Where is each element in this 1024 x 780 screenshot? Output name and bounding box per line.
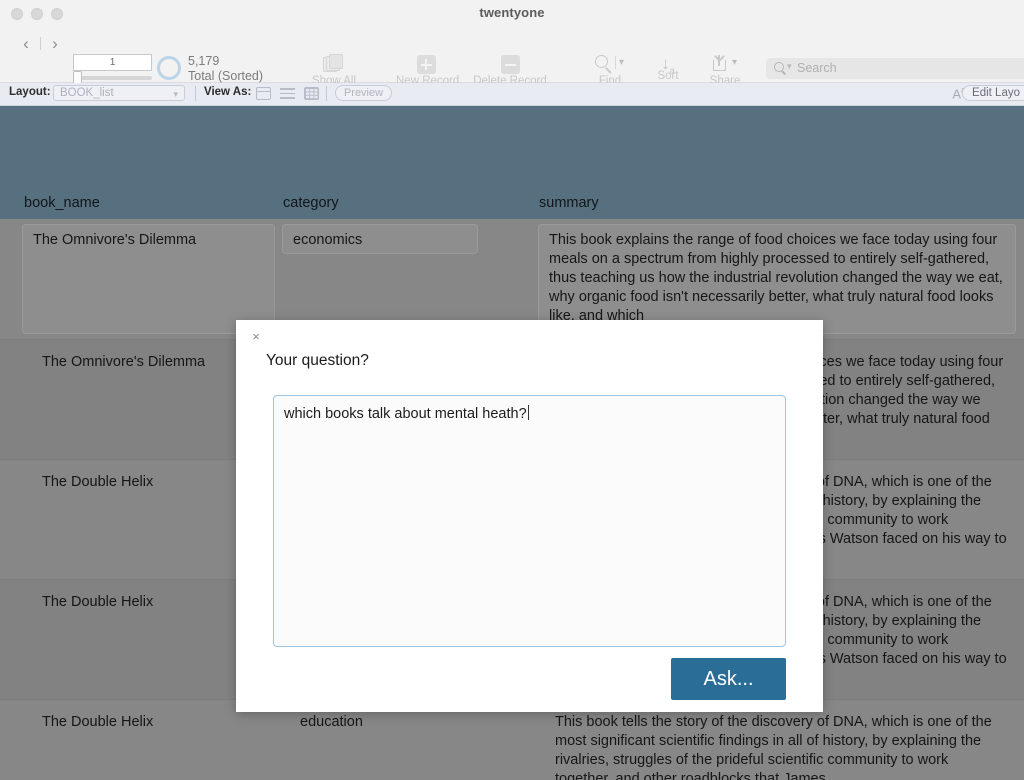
next-record-icon[interactable]: › — [47, 35, 63, 52]
column-header-summary: summary — [539, 195, 599, 211]
record-counts: 5,179 Total (Sorted) — [188, 54, 263, 84]
search-field-icon — [774, 62, 784, 72]
share-upload-icon: ▾ — [710, 54, 740, 74]
search-chevron-down-icon[interactable]: ▾ — [787, 61, 792, 72]
question-dialog: × Your question? which books talk about … — [236, 320, 823, 712]
cell-summary[interactable]: This book tells the story of the discove… — [545, 707, 1015, 780]
sort-az-icon: ↓az — [661, 54, 675, 102]
main-toolbar: ‹ › 1 5,179 Total (Sorted) Records Show … — [0, 26, 1024, 102]
chevron-down-icon: ▾ — [173, 89, 178, 99]
layout-label: Layout: — [9, 86, 51, 98]
cell-summary[interactable]: This book explains the range of food cho… — [538, 224, 1016, 334]
record-slider[interactable] — [73, 71, 152, 85]
found-set-pie-icon[interactable] — [157, 56, 181, 80]
list-view-icon[interactable] — [280, 87, 295, 100]
filemaker-window: twentyone ‹ › 1 5,179 Total (Sorted) Rec… — [0, 0, 1024, 780]
layout-bar: Layout: BOOK_list ▾ View As: Preview Aa … — [0, 83, 1024, 106]
column-header-category: category — [283, 195, 339, 211]
record-navigation: ‹ › — [18, 35, 63, 52]
stack-icon — [323, 54, 345, 74]
view-as-label: View As: — [204, 86, 252, 98]
list-header-band: book_name category summary — [0, 106, 1024, 219]
column-header-book-name: book_name — [24, 195, 100, 211]
window-titlebar: twentyone — [0, 0, 1024, 26]
cell-book-name[interactable]: The Omnivore's Dilemma — [22, 224, 275, 334]
edit-layout-button[interactable]: Edit Layo — [962, 85, 1024, 101]
total-count: 5,179 — [188, 54, 220, 68]
record-number-input[interactable]: 1 — [73, 54, 152, 71]
search-icon: ▾ — [595, 54, 625, 74]
layout-select[interactable]: BOOK_list ▾ — [53, 85, 185, 101]
dialog-title: Your question? — [266, 352, 369, 369]
search-input[interactable]: ▾ Search — [766, 58, 1024, 79]
search-placeholder: Search — [797, 61, 837, 75]
plus-square-icon — [416, 55, 436, 74]
nav-divider — [40, 37, 41, 50]
question-text: which books talk about mental heath? — [284, 406, 527, 422]
ask-button[interactable]: Ask... — [671, 658, 786, 700]
window-title: twentyone — [479, 5, 545, 20]
close-icon[interactable]: × — [248, 329, 264, 345]
total-label: Total (Sorted) — [188, 69, 264, 83]
previous-record-icon[interactable]: ‹ — [18, 35, 34, 52]
cell-book-name[interactable]: The Double Helix — [32, 707, 275, 780]
question-input-value: which books talk about mental heath? — [284, 405, 529, 422]
question-input[interactable] — [273, 395, 786, 647]
cell-category[interactable]: economics — [282, 224, 478, 254]
form-view-icon[interactable] — [256, 87, 271, 100]
layout-divider-1 — [195, 86, 196, 101]
layout-divider-2 — [326, 86, 327, 101]
table-view-icon[interactable] — [304, 87, 319, 100]
text-caret — [527, 405, 529, 420]
preview-button[interactable]: Preview — [335, 85, 392, 101]
sort-button[interactable]: ↓az Sort — [655, 54, 681, 102]
minus-square-icon — [500, 55, 520, 74]
layout-select-value: BOOK_list — [60, 87, 114, 99]
